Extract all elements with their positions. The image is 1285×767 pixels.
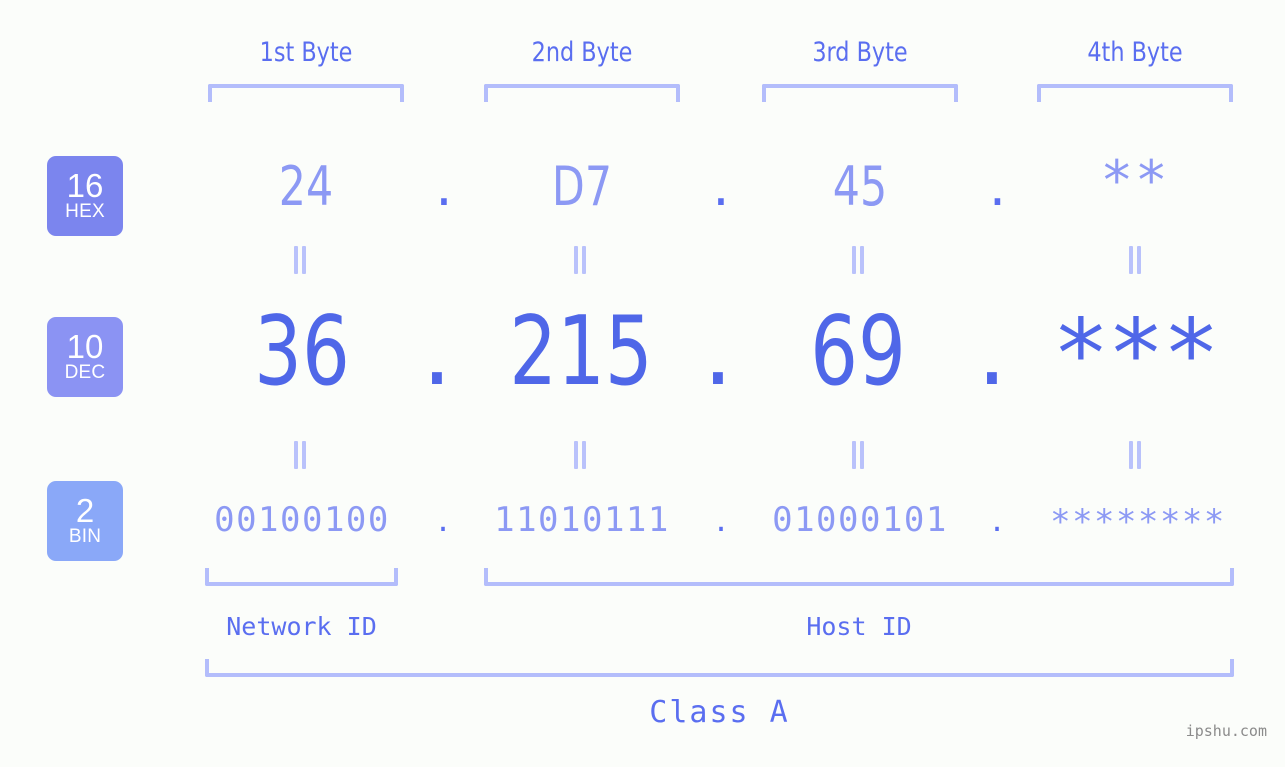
hex-byte-3: 45 [832,155,888,218]
equals-connector-2-4 [1128,441,1142,469]
base-badge-hex-label: HEX [65,201,105,222]
dec-byte-2: 215 [509,297,653,407]
bin-byte-1: 00100100 [214,500,390,540]
byte-bracket-4 [1037,84,1233,102]
equals-connector-2-2 [573,441,587,469]
dec-separator-1: . [421,297,453,407]
dec-separator-2: . [702,297,734,407]
bin-byte-2: 11010111 [494,500,670,540]
base-badge-dec-label: DEC [64,362,106,383]
bin-separator-2: . [715,500,727,540]
byte-header-4: 4th Byte [1087,37,1183,68]
class-label: Class A [649,695,790,730]
class-bracket [205,659,1234,677]
base-badge-dec-number: 10 [66,328,104,365]
equals-connector-1-4 [1128,246,1142,274]
byte-bracket-1 [208,84,404,102]
hex-byte-1: 24 [278,155,334,218]
base-badge-dec[interactable]: 10 DEC [47,317,123,397]
base-badge-bin[interactable]: 2 BIN [47,481,123,561]
equals-connector-2-1 [293,441,307,469]
equals-connector-1-2 [573,246,587,274]
bin-byte-3: 01000101 [772,500,948,540]
base-badge-hex[interactable]: 16 HEX [47,156,123,236]
base-badge-bin-number: 2 [75,492,95,529]
hex-byte-4-masked: ** [1100,149,1170,212]
host-id-label: Host ID [806,612,912,641]
dec-byte-1: 36 [254,297,350,407]
dec-separator-3: . [976,297,1008,407]
bin-separator-1: . [437,500,449,540]
byte-bracket-3 [762,84,958,102]
ip-address-diagram: 1st Byte 2nd Byte 3rd Byte 4th Byte 16 H… [0,0,1285,767]
site-watermark: ipshu.com [1185,722,1267,740]
hex-byte-2: D7 [551,155,613,218]
network-id-bracket [205,568,398,586]
byte-header-2: 2nd Byte [531,37,633,68]
hex-separator-2: . [712,155,730,218]
base-badge-bin-label: BIN [68,526,102,547]
equals-connector-2-3 [851,441,865,469]
network-id-label: Network ID [226,612,377,641]
host-id-bracket [484,568,1234,586]
byte-bracket-2 [484,84,680,102]
bin-row: 00100100 . 11010111 . 01000101 . *******… [0,503,1285,539]
hex-row: 24 . D7 . 45 . ** [0,154,1285,214]
hex-separator-1: . [435,155,453,218]
bin-separator-3: . [991,500,1003,540]
dec-byte-4-masked: *** [1052,300,1220,410]
byte-header-1: 1st Byte [259,37,353,68]
hex-separator-3: . [988,155,1007,218]
equals-connector-1-1 [293,246,307,274]
byte-header-3: 3rd Byte [812,37,908,68]
dec-byte-3: 69 [810,297,906,407]
base-badge-hex-number: 16 [66,167,104,204]
bin-byte-4-masked: ******** [1050,502,1226,542]
equals-connector-1-3 [851,246,865,274]
dec-row: 36 . 215 . 69 . *** [0,305,1285,403]
